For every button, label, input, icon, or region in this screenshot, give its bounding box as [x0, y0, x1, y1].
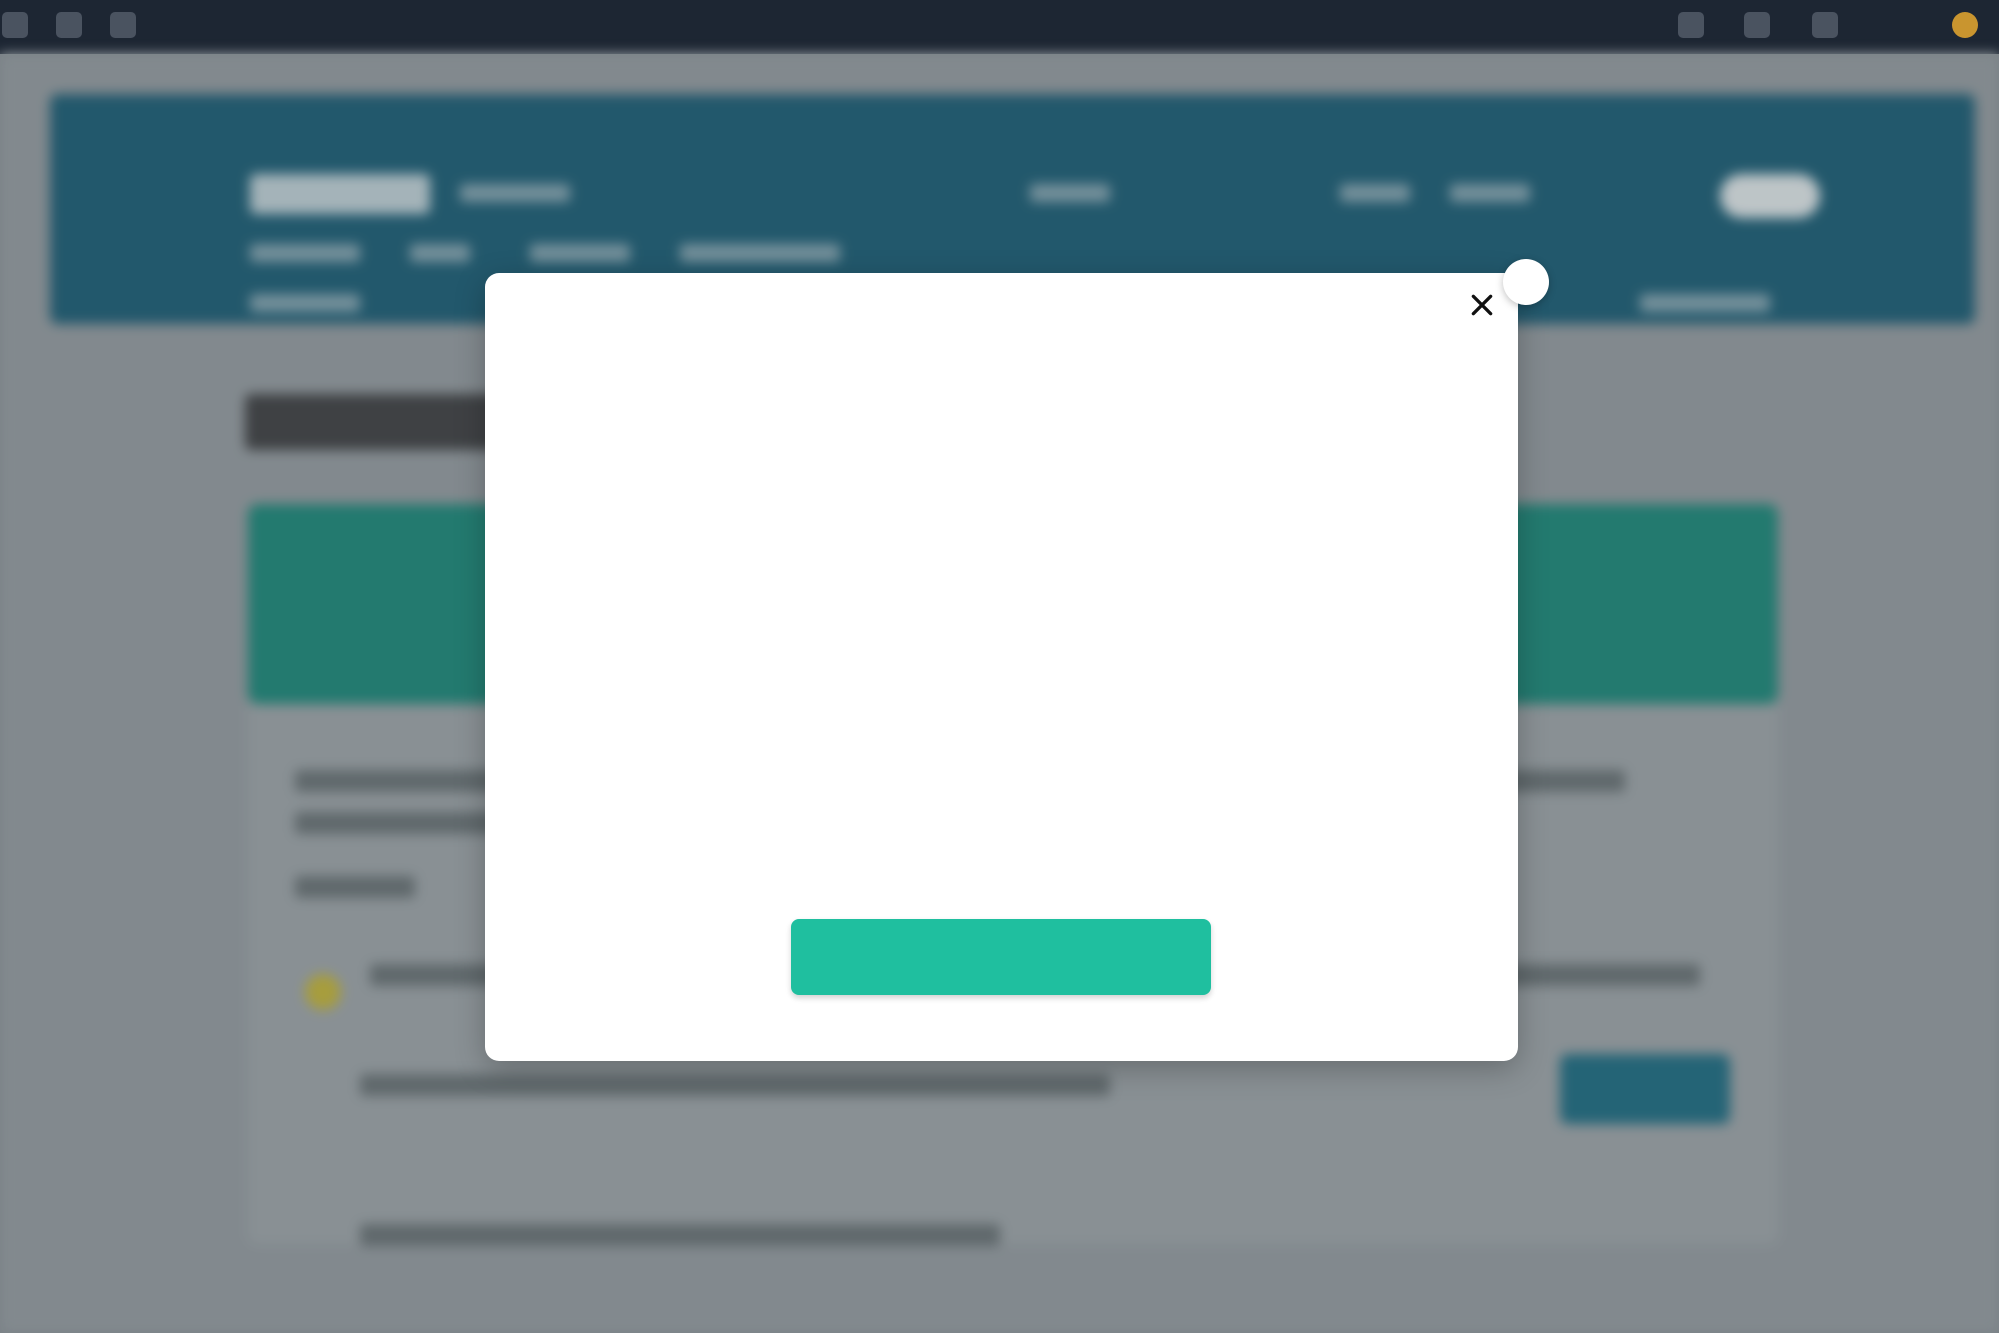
extension-icon[interactable] — [1744, 12, 1770, 38]
modal-handle[interactable] — [1503, 259, 1549, 305]
back-icon[interactable] — [2, 12, 28, 38]
extension-icon[interactable] — [1812, 12, 1838, 38]
modal-primary-button[interactable] — [791, 919, 1211, 995]
modal-dialog — [485, 273, 1518, 1061]
browser-toolbar — [0, 0, 1999, 54]
profile-avatar[interactable] — [1952, 12, 1978, 38]
forward-icon[interactable] — [56, 12, 82, 38]
extension-icon[interactable] — [1678, 12, 1704, 38]
reload-icon[interactable] — [110, 12, 136, 38]
close-icon — [1471, 294, 1493, 316]
close-button[interactable] — [1464, 287, 1500, 323]
